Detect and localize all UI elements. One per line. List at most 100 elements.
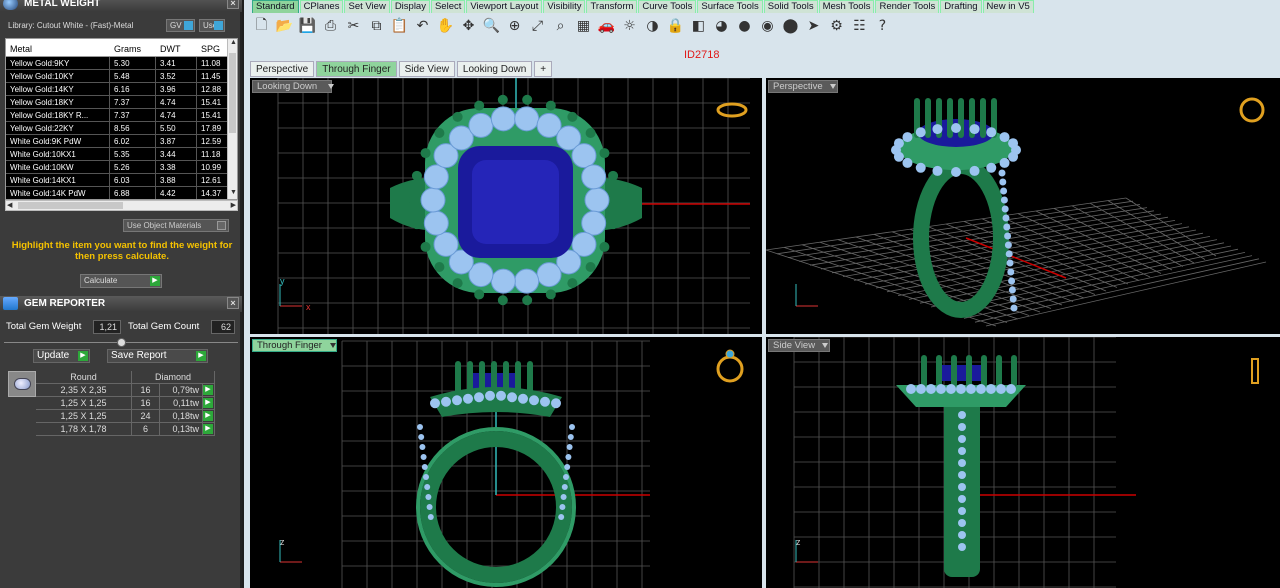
zoom-extents-icon[interactable]: ⤢ (528, 17, 547, 36)
dropdown-arrow-icon[interactable] (328, 84, 334, 89)
col-spg[interactable]: SPG (197, 39, 231, 56)
save-report-button[interactable]: Save Report ▶ (107, 349, 208, 363)
toolbar-tab[interactable]: Solid Tools (763, 0, 818, 13)
viewport-looking-down[interactable]: yx Looking Down (250, 78, 762, 334)
undo-icon[interactable]: ↶ (413, 17, 432, 36)
col-dwt[interactable]: DWT (156, 39, 197, 56)
viewport-perspective[interactable]: Perspective (766, 78, 1280, 334)
scroll-right-icon[interactable]: ▶ (231, 201, 236, 209)
table-row[interactable]: Yellow Gold:14KY 6.16 3.96 12.88 (6, 83, 237, 96)
close-icon[interactable]: × (227, 297, 239, 309)
settings-icon[interactable]: ⚙ (827, 17, 846, 36)
copy-icon[interactable]: ⧉ (367, 17, 386, 36)
table-row[interactable]: White Gold:14K PdW 6.88 4.42 14.37 (6, 187, 237, 199)
slider-knob[interactable] (117, 338, 126, 347)
scroll-thumb[interactable] (229, 53, 236, 133)
viewport-label[interactable]: Side View (768, 339, 831, 352)
viewport-label[interactable]: Looking Down (252, 80, 333, 93)
view-tab[interactable]: Through Finger (316, 61, 397, 77)
toolbar-tab[interactable]: Display (390, 0, 430, 13)
save-icon[interactable]: 💾 (298, 17, 317, 36)
zoom-icon[interactable]: 🔍 (482, 17, 501, 36)
table-row[interactable]: White Gold:9K PdW 6.02 3.87 12.59 (6, 135, 237, 148)
viewport-label[interactable]: Through Finger (252, 339, 337, 352)
new-icon[interactable]: 🗋 (252, 17, 271, 36)
visibility-icon[interactable]: ◑ (643, 17, 662, 36)
toolbar-tab[interactable]: Transform (586, 0, 638, 13)
lock-icon[interactable]: 🔒 (666, 17, 685, 36)
toolbar-tab[interactable]: Mesh Tools (818, 0, 875, 13)
table-row[interactable]: White Gold:14KX1 6.03 3.88 12.61 (6, 174, 237, 187)
shank-diamond (1004, 241, 1012, 249)
table-row[interactable]: Yellow Gold:22KY 8.56 5.50 17.89 (6, 122, 237, 135)
calculate-button[interactable]: Calculate ▶ (80, 274, 162, 288)
metal-table-scrollbar[interactable]: ▲ ▼ (227, 39, 237, 199)
toolbar-tab[interactable]: New in V5 (982, 0, 1034, 13)
toolbar-tab[interactable]: Drafting (940, 0, 982, 13)
user-button[interactable]: User (199, 19, 225, 32)
render-material-icon[interactable]: ◉ (758, 17, 777, 36)
gem-row-button[interactable]: ▶ (203, 397, 215, 409)
checkbox-icon[interactable] (217, 221, 226, 230)
render-shaded-icon[interactable]: ● (735, 17, 754, 36)
print-icon[interactable]: ⎙ (321, 17, 340, 36)
table-row[interactable]: White Gold:10KX1 5.35 3.44 11.18 (6, 148, 237, 161)
table-row[interactable]: Yellow Gold:18KY R... 7.37 4.74 15.41 (6, 109, 237, 122)
toolbar-tab[interactable]: Set View (344, 0, 390, 13)
gem-row-button[interactable]: ▶ (203, 423, 215, 435)
pointer-icon[interactable]: ➤ (804, 17, 823, 36)
scroll-left-icon[interactable]: ◀ (7, 201, 12, 209)
open-icon[interactable]: 📂 (275, 17, 294, 36)
hscroll-thumb[interactable] (18, 202, 123, 209)
zoom-selected-icon[interactable]: ⌕ (551, 17, 570, 36)
cut-icon[interactable]: ✂ (344, 17, 363, 36)
view-tab[interactable]: Looking Down (456, 61, 533, 77)
toolbar-tab[interactable]: Curve Tools (638, 0, 697, 13)
grid-layout-icon[interactable]: ▦ (574, 17, 593, 36)
car-icon[interactable]: 🚗 (597, 17, 616, 36)
light-icon[interactable]: ☼ (620, 17, 639, 36)
viewport-side-view[interactable]: z Side View (766, 337, 1280, 588)
layer-icon[interactable]: ◧ (689, 17, 708, 36)
toolbar-tab[interactable]: CPlanes (299, 0, 344, 13)
table-row[interactable]: White Gold:10KW 5.26 3.38 10.99 (6, 161, 237, 174)
table-row[interactable]: Yellow Gold:9KY 5.30 3.41 11.08 (6, 57, 237, 70)
viewport-through-finger[interactable]: z Through Finger (250, 337, 762, 588)
toolbar-tab[interactable]: Render Tools (875, 0, 940, 13)
view-tab[interactable]: Side View (398, 61, 455, 77)
add-view-icon[interactable]: + (534, 61, 553, 77)
col-grams[interactable]: Grams (110, 39, 156, 56)
gem-row-button[interactable]: ▶ (203, 384, 215, 396)
use-object-materials-checkbox[interactable]: Use Object Materials (123, 219, 229, 232)
update-button[interactable]: Update ▶ (33, 349, 90, 363)
table-row[interactable]: Yellow Gold:10KY 5.48 3.52 11.45 (6, 70, 237, 83)
help-icon[interactable]: ? (873, 17, 892, 36)
view-tab[interactable]: Perspective (250, 61, 315, 77)
toolbar-tab[interactable]: Visibility (543, 0, 586, 13)
gv-button[interactable]: GV (166, 19, 195, 32)
close-icon[interactable]: × (227, 0, 239, 9)
metal-table[interactable]: Metal Grams DWT SPG Yellow Gold:9KY 5.30 3… (5, 38, 238, 200)
metal-table-hscrollbar[interactable]: ◀ ▶ (5, 200, 238, 211)
toolbar-tab[interactable]: Viewport Layout (466, 0, 543, 13)
rotate-icon[interactable]: ✥ (459, 17, 478, 36)
viewport-label[interactable]: Perspective (768, 80, 838, 93)
pan-hand-icon[interactable]: ✋ (436, 17, 455, 36)
paste-icon[interactable]: 📋 (390, 17, 409, 36)
dropdown-arrow-icon[interactable] (830, 84, 836, 89)
options-icon[interactable]: ☷ (850, 17, 869, 36)
toolbar-tab[interactable]: Surface Tools (697, 0, 763, 13)
user-toggle-icon (214, 21, 223, 30)
color-icon[interactable]: ◕ (712, 17, 731, 36)
zoom-window-icon[interactable]: ⊕ (505, 17, 524, 36)
col-metal[interactable]: Metal (6, 39, 110, 56)
render-sphere-icon[interactable]: ⬤ (781, 17, 800, 36)
dropdown-arrow-icon[interactable] (330, 343, 336, 348)
toolbar-tab[interactable]: Standard (252, 0, 299, 13)
scroll-up-icon[interactable]: ▲ (230, 39, 237, 46)
toolbar-tab[interactable]: Select (430, 0, 466, 13)
dropdown-arrow-icon[interactable] (822, 343, 828, 348)
gem-row-button[interactable]: ▶ (203, 410, 215, 422)
table-row[interactable]: Yellow Gold:18KY 7.37 4.74 15.41 (6, 96, 237, 109)
scroll-down-icon[interactable]: ▼ (230, 189, 237, 196)
